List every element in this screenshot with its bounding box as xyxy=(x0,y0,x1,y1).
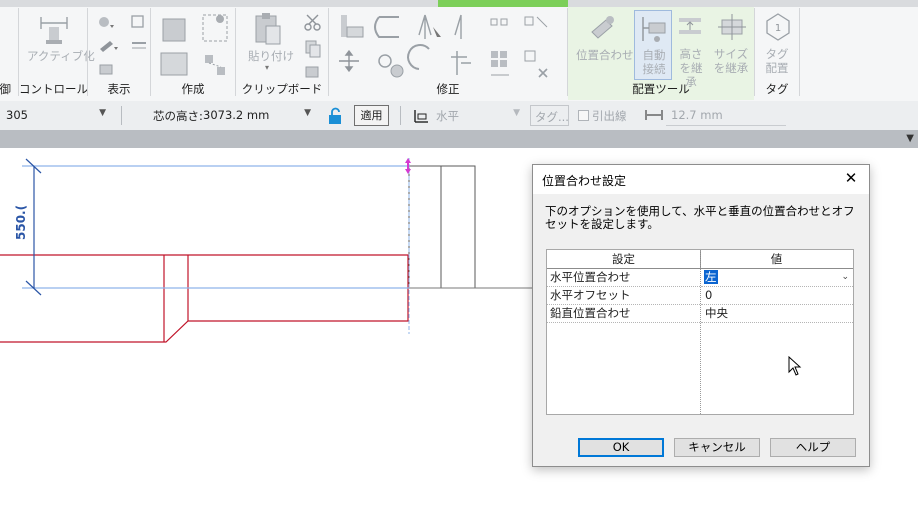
vertical-alignment-field[interactable]: 中央 xyxy=(701,305,853,323)
unlock-icon[interactable] xyxy=(327,107,343,125)
table-row-setting: 鉛直位置合わせ xyxy=(547,305,700,323)
leader-length-value: 12.7 mm xyxy=(671,108,723,122)
activate-button-label[interactable]: アクティブ化 xyxy=(27,48,95,64)
tag-button-label[interactable]: タグ配置 xyxy=(761,47,793,75)
inherit-elevation-label[interactable]: 高さを継承 xyxy=(676,47,706,89)
paste-button-label[interactable]: 貼り付け xyxy=(248,48,294,64)
panel-label: 修正 xyxy=(436,82,460,96)
help-button[interactable]: ヘルプ xyxy=(770,438,856,457)
inherit-size-icon[interactable] xyxy=(716,12,748,42)
column-header-value: 値 xyxy=(700,250,853,269)
panel-control-partial: 制御 xyxy=(0,7,18,100)
panel-label: クリップボード xyxy=(241,82,323,96)
chevron-down-icon[interactable]: ⌄ xyxy=(841,269,849,286)
options-bar: 305 ▼ 芯の高さ: 3073.2 mm ▼ 適用 水平 ▼ タグ... 引出… xyxy=(0,101,918,131)
cut-copy-icons[interactable] xyxy=(302,13,324,79)
chevron-down-icon: ▼ xyxy=(99,108,106,118)
cancel-button[interactable]: キャンセル xyxy=(674,438,760,457)
view-tab-band: ▼ xyxy=(0,130,918,148)
inherit-elevation-icon[interactable] xyxy=(675,12,705,42)
auto-connect-icon xyxy=(642,17,666,42)
center-height-label: 芯の高さ: xyxy=(153,109,203,123)
tag-options-label: タグ... xyxy=(535,110,569,124)
panel-label: 制御 xyxy=(0,82,11,96)
leader-length-icon xyxy=(645,110,663,120)
selected-value: 左 xyxy=(704,270,718,284)
panel-tag: 1 タグ配置 タグ xyxy=(755,7,799,100)
panel-create: 作成 xyxy=(151,7,235,100)
panel-label: 作成 xyxy=(181,82,205,96)
apply-button[interactable]: 適用 xyxy=(354,105,389,126)
create-tools-icons[interactable] xyxy=(157,11,233,81)
orientation-value: 水平 xyxy=(436,109,459,123)
panel-label: タグ xyxy=(765,82,789,96)
size-value: 305 xyxy=(6,108,28,122)
align-button-label[interactable]: 位置合わせ xyxy=(576,47,634,63)
paste-icon[interactable] xyxy=(252,12,284,46)
display-tools-icons[interactable] xyxy=(94,13,150,79)
table-row-setting: 水平位置合わせ xyxy=(547,269,700,287)
auto-connect-label: 自動接続 xyxy=(642,48,666,76)
alignment-settings-dialog: 位置合わせ設定 ✕ 下のオプションを使用して、水平と垂直の位置合わせとオフセット… xyxy=(532,164,870,467)
panel-label: コントロール xyxy=(19,82,88,96)
svg-text:1: 1 xyxy=(775,23,781,34)
dialog-title: 位置合わせ設定 xyxy=(542,174,627,188)
tag-icon[interactable]: 1 xyxy=(764,12,792,44)
tag-options-button[interactable]: タグ... xyxy=(530,105,569,126)
orientation-combo[interactable]: 水平 ▼ xyxy=(432,105,524,125)
modify-tools-icons[interactable] xyxy=(335,11,565,83)
table-row-setting: 水平オフセット xyxy=(547,287,700,305)
inherit-size-label[interactable]: サイズを継承 xyxy=(713,47,749,75)
chevron-down-icon: ▼ xyxy=(513,108,520,118)
chevron-down-icon[interactable]: ▼ xyxy=(906,133,914,144)
dialog-titlebar[interactable]: 位置合わせ設定 ✕ xyxy=(533,165,869,194)
close-icon[interactable]: ✕ xyxy=(842,169,860,187)
horizontal-alignment-select[interactable]: 左 ⌄ xyxy=(701,269,853,287)
settings-grid: 設定 値 水平位置合わせ 左 ⌄ 水平オフセット 0 鉛直位置合わせ 中央 xyxy=(546,249,854,415)
panel-control: アクティブ化 コントロール xyxy=(19,7,95,100)
leader-label: 引出線 xyxy=(592,109,627,123)
mouse-cursor-icon xyxy=(788,356,802,376)
horizontal-offset-field[interactable]: 0 xyxy=(701,287,853,305)
chevron-down-icon: ▼ xyxy=(304,108,311,118)
orientation-icon xyxy=(414,110,428,123)
auto-connect-button[interactable]: 自動接続 xyxy=(634,10,672,80)
ok-button[interactable]: OK xyxy=(578,438,664,457)
panel-label: 表示 xyxy=(107,82,131,96)
panel-label: 配置ツール xyxy=(632,82,690,96)
size-combo[interactable]: 305 ▼ xyxy=(2,105,110,125)
ribbon-contextual-tab[interactable] xyxy=(438,0,568,7)
panel-modify: 修正 xyxy=(329,7,567,100)
activate-icon[interactable] xyxy=(37,13,71,47)
dialog-description: 下のオプションを使用して、水平と垂直の位置合わせとオフセットを設定します。 xyxy=(545,204,855,231)
center-height-value: 3073.2 mm xyxy=(203,108,270,122)
ribbon: 制御 アクティブ化 コントロール 表示 xyxy=(0,0,918,102)
column-header-setting: 設定 xyxy=(547,250,700,269)
center-height-combo[interactable]: 3073.2 mm ▼ xyxy=(199,105,315,125)
panel-clipboard: 貼り付け ▾ クリップボード xyxy=(236,7,328,100)
leader-checkbox[interactable] xyxy=(578,110,589,121)
dimension-text[interactable]: 550.( xyxy=(14,205,28,240)
paste-dropdown-icon[interactable]: ▾ xyxy=(265,63,269,72)
panel-display: 表示 xyxy=(88,7,150,100)
align-icon[interactable] xyxy=(588,12,618,42)
